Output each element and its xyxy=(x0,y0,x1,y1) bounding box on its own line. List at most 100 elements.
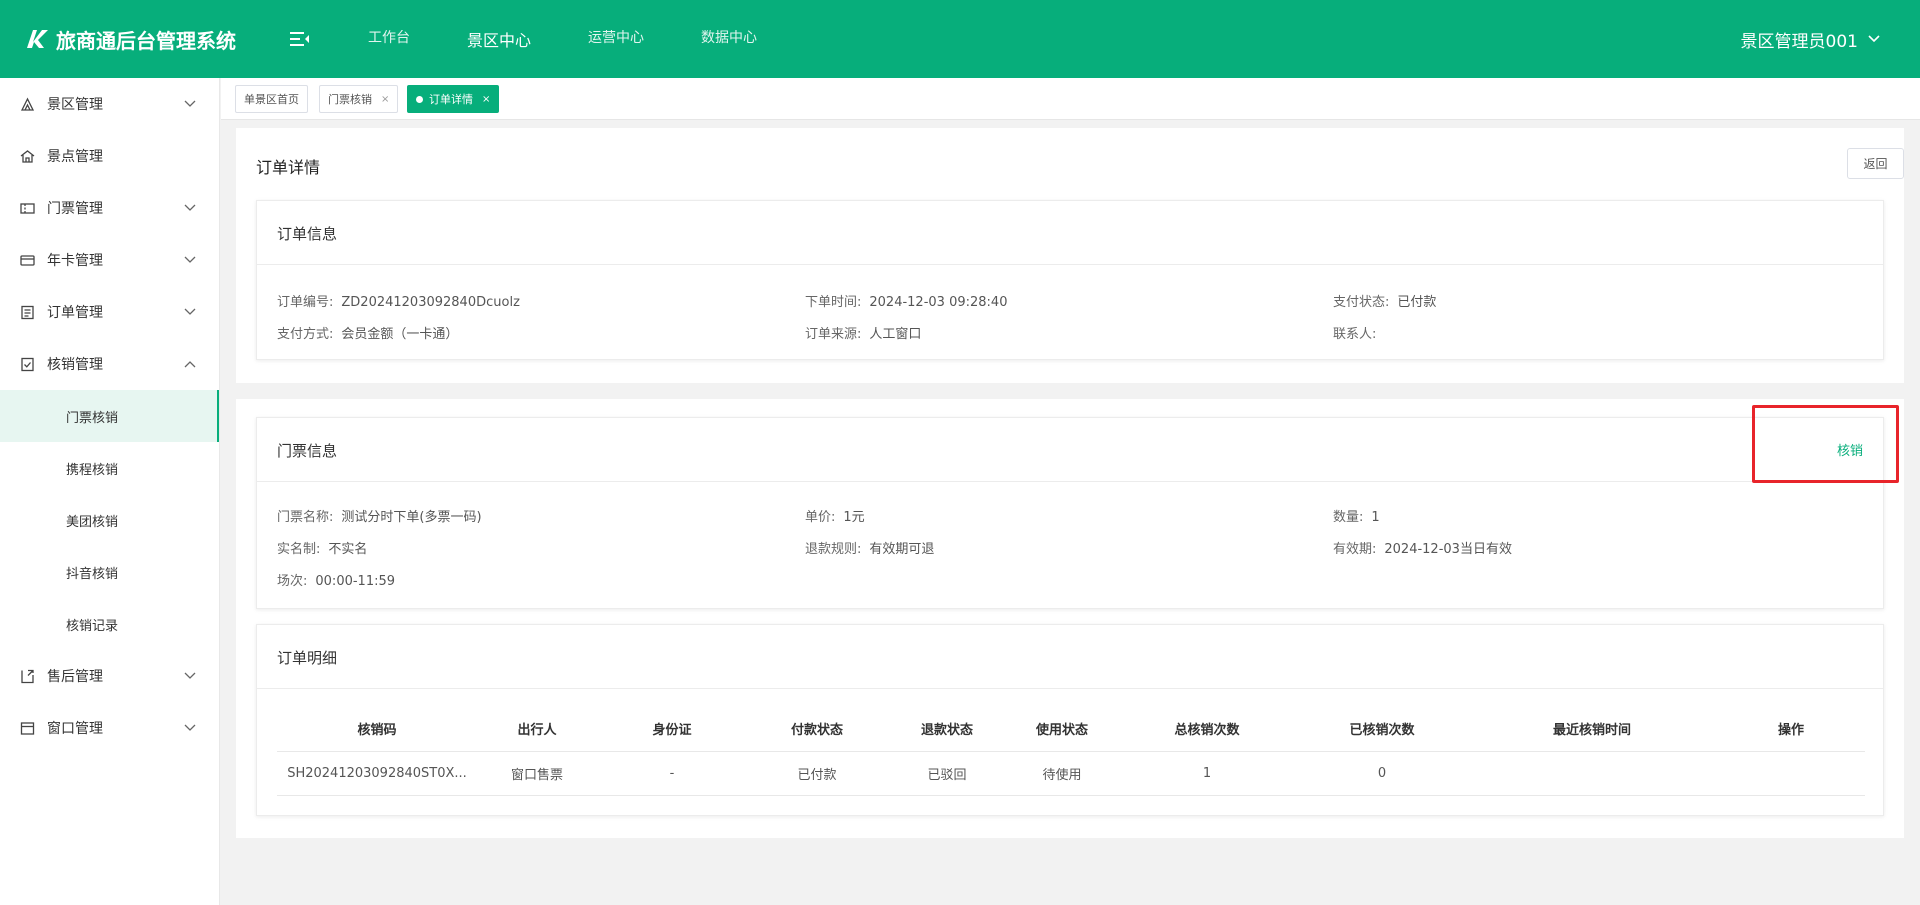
field-value: 1元 xyxy=(843,510,865,525)
sidebar-subitem-verify-records[interactable]: 核销记录 xyxy=(0,598,219,650)
card-icon xyxy=(20,254,35,266)
nav-data-center[interactable]: 数据中心 xyxy=(701,27,757,51)
sidebar-subitem-ticket-verify[interactable]: 门票核销 xyxy=(0,390,219,442)
total-verify-count-cell: 1 xyxy=(1117,751,1297,796)
after-sales-icon xyxy=(21,669,34,683)
sidebar-item-label: 核销管理 xyxy=(47,357,103,373)
sidebar-item-tickets[interactable]: 门票管理 xyxy=(0,182,220,234)
column-header: 付款状态 xyxy=(747,707,887,752)
field-value: 测试分时下单(多票一码) xyxy=(341,510,482,525)
column-header: 退款状态 xyxy=(887,707,1007,752)
user-name: 景区管理员001 xyxy=(1740,31,1858,52)
sidebar-subitem-ctrip-verify[interactable]: 携程核销 xyxy=(0,442,219,494)
field-label: 实名制: xyxy=(277,542,321,557)
nav-operations-center[interactable]: 运营中心 xyxy=(588,27,644,51)
field-value: 会员金额（一卡通） xyxy=(341,327,459,342)
id-card-cell: - xyxy=(597,751,747,796)
tab-order-detail[interactable]: 订单详情 × xyxy=(407,85,500,113)
validity-field: 有效期: 2024-12-03当日有效 xyxy=(1333,538,1512,557)
logo-icon xyxy=(27,30,48,48)
sidebar-item-verification[interactable]: 核销管理 xyxy=(0,338,220,390)
scenic-area-icon xyxy=(20,97,35,111)
pay-method-field: 支付方式: 会员金额（一卡通） xyxy=(277,323,458,342)
column-header: 身份证 xyxy=(597,707,747,752)
chevron-down-icon xyxy=(184,204,196,211)
field-label: 门票名称: xyxy=(277,510,334,525)
field-label: 联系人: xyxy=(1333,327,1377,342)
field-label: 退款规则: xyxy=(805,542,862,557)
close-icon[interactable]: × xyxy=(482,94,490,105)
panel-header: 订单明细 xyxy=(257,625,1883,689)
column-header: 使用状态 xyxy=(1007,707,1117,752)
menu-fold-icon[interactable] xyxy=(288,27,312,51)
order-info-panel: 订单信息 订单编号: ZD20241203092840Dcuolz 下单时间: 20… xyxy=(256,200,1884,360)
column-header: 操作 xyxy=(1717,707,1865,752)
table-header-row: 核销码 出行人 身份证 付款状态 退款状态 使用状态 总核销次数 已核销次数 最… xyxy=(277,707,1865,752)
refund-status-cell: 已驳回 xyxy=(887,751,1007,796)
sidebar-item-after-sales[interactable]: 售后管理 xyxy=(0,650,220,702)
pay-status-cell: 已付款 xyxy=(747,751,887,796)
field-value: ZD20241203092840Dcuolz xyxy=(341,295,520,310)
ticket-info-panel: 门票信息 核销 门票名称: 测试分时下单(多票一码) 单价: 1元 数量: 1 实名制… xyxy=(256,417,1884,609)
verified-count-cell: 0 xyxy=(1297,751,1467,796)
window-icon xyxy=(20,721,35,735)
ticket-icon xyxy=(20,202,35,214)
sidebar-item-label: 景点管理 xyxy=(47,149,103,165)
unit-price-field: 单价: 1元 xyxy=(805,506,865,525)
panel-title: 订单明细 xyxy=(277,649,338,667)
sidebar-subitem-label: 携程核销 xyxy=(66,462,119,478)
tab-label: 订单详情 xyxy=(429,93,473,106)
back-button[interactable]: 返回 xyxy=(1847,148,1904,179)
top-header: 旅商通后台管理系统 工作台 景区中心 运营中心 数据中心 景区管理员001 xyxy=(0,0,1920,78)
verify-button[interactable]: 核销 xyxy=(1837,440,1863,459)
field-label: 有效期: xyxy=(1333,542,1377,557)
sidebar-item-window[interactable]: 窗口管理 xyxy=(0,702,220,754)
field-label: 数量: xyxy=(1333,510,1364,525)
session-field: 场次: 00:00-11:59 xyxy=(277,570,395,589)
chevron-down-icon xyxy=(1868,35,1880,43)
sidebar-subitem-label: 核销记录 xyxy=(66,618,119,634)
attraction-icon xyxy=(20,149,35,163)
real-name-field: 实名制: 不实名 xyxy=(277,538,367,557)
panel-title: 门票信息 xyxy=(277,442,338,460)
last-verify-time-cell xyxy=(1467,751,1717,796)
app-logo[interactable]: 旅商通后台管理系统 xyxy=(24,25,246,54)
field-value: 00:00-11:59 xyxy=(315,574,396,589)
tab-scenic-home[interactable]: 单景区首页 xyxy=(235,85,308,113)
sidebar-subitem-label: 抖音核销 xyxy=(66,566,119,582)
panel-header: 门票信息 核销 xyxy=(257,418,1883,482)
sidebar-item-scenic[interactable]: 景区管理 xyxy=(0,78,220,130)
table-row: SH20241203092840ST0X... 窗口售票 - 已付款 已驳回 待… xyxy=(277,751,1865,796)
sidebar-subitem-douyin-verify[interactable]: 抖音核销 xyxy=(0,546,219,598)
panel-title: 订单信息 xyxy=(277,225,338,243)
field-value: 已付款 xyxy=(1397,295,1437,310)
field-label: 订单编号: xyxy=(277,295,334,310)
field-label: 支付方式: xyxy=(277,327,334,342)
chevron-down-icon xyxy=(184,256,196,263)
sidebar-subitem-meituan-verify[interactable]: 美团核销 xyxy=(0,494,219,546)
main-content: 订单详情 返回 订单信息 订单编号: ZD20241203092840Dcuolz… xyxy=(236,128,1904,838)
nav-workbench[interactable]: 工作台 xyxy=(368,27,410,51)
order-detail-table: 核销码 出行人 身份证 付款状态 退款状态 使用状态 总核销次数 已核销次数 最… xyxy=(277,707,1865,796)
panel-header: 订单信息 xyxy=(257,201,1883,265)
tab-ticket-verify[interactable]: 门票核销 × xyxy=(319,85,399,113)
sidebar-item-attractions[interactable]: 景点管理 xyxy=(0,130,220,182)
tab-label: 单景区首页 xyxy=(244,93,299,106)
order-detail-panel: 订单明细 核销码 出行人 身份证 付款状态 退款状态 使用状态 总核销次数 已核… xyxy=(256,624,1884,816)
sidebar-item-orders[interactable]: 订单管理 xyxy=(0,286,220,338)
user-menu[interactable]: 景区管理员001 xyxy=(1741,0,1880,78)
top-nav: 工作台 景区中心 运营中心 数据中心 xyxy=(368,27,814,51)
sidebar-item-label: 门票管理 xyxy=(47,201,103,217)
column-header: 最近核销时间 xyxy=(1467,707,1717,752)
nav-scenic-center[interactable]: 景区中心 xyxy=(467,27,531,51)
close-icon[interactable]: × xyxy=(381,94,389,105)
chevron-down-icon xyxy=(184,100,196,107)
field-value: 2024-12-03 09:28:40 xyxy=(869,295,1008,310)
field-value: 1 xyxy=(1371,510,1380,525)
section-divider xyxy=(236,383,1904,399)
field-label: 单价: xyxy=(805,510,836,525)
sidebar-item-annual-card[interactable]: 年卡管理 xyxy=(0,234,220,286)
order-source-field: 订单来源: 人工窗口 xyxy=(805,323,921,342)
order-icon xyxy=(21,305,34,319)
use-status-cell: 待使用 xyxy=(1007,751,1117,796)
